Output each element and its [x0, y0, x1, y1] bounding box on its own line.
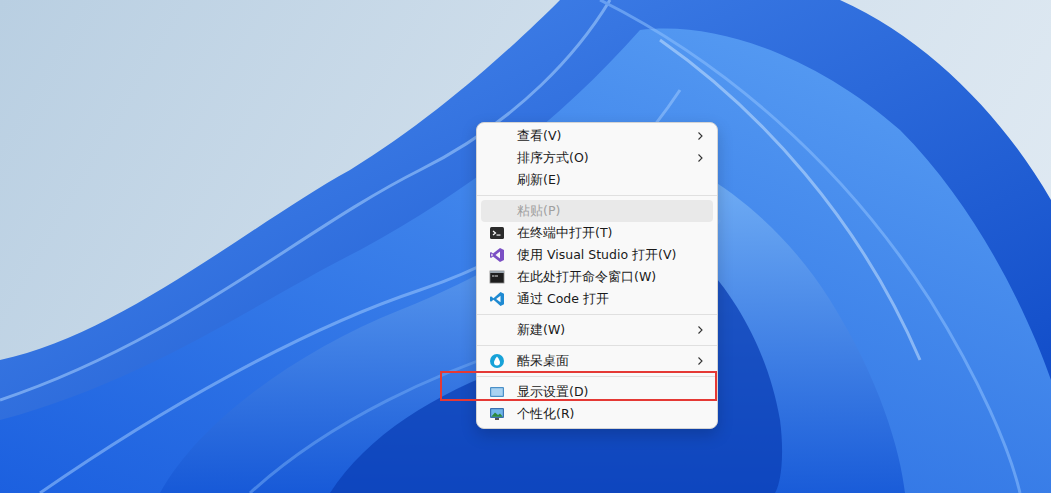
- menu-item[interactable]: 通过 Code 打开: [481, 288, 713, 310]
- highlight-box: [440, 371, 717, 401]
- desktop: 查看(V) 排序方式(O) 刷新(E) 粘贴(P) 在终端中打开(T) 使用 Visual…: [0, 0, 1051, 493]
- menu-item[interactable]: 粘贴(P): [481, 200, 713, 222]
- menu-item-label: 酷呆桌面: [517, 353, 695, 370]
- menu-item[interactable]: 刷新(E): [481, 169, 713, 191]
- menu-item[interactable]: 在终端中打开(T): [481, 222, 713, 244]
- menu-item-label: 个性化(R): [517, 406, 705, 423]
- vscode-icon: [489, 291, 505, 307]
- menu-item-label: 新建(W): [517, 322, 695, 339]
- display-settings-icon: [489, 384, 505, 400]
- menu-item[interactable]: 查看(V): [481, 125, 713, 147]
- kudai-desktop-icon: [489, 353, 505, 369]
- menu-item[interactable]: 显示设置(D): [481, 381, 713, 403]
- menu-separator: [481, 310, 713, 319]
- menu-item[interactable]: 在此处打开命令窗口(W): [481, 266, 713, 288]
- menu-item-label: 粘贴(P): [517, 203, 705, 220]
- visual-studio-icon: [489, 247, 505, 263]
- chevron-right-icon: [695, 325, 705, 335]
- chevron-right-icon: [695, 131, 705, 141]
- personalize-icon: [489, 406, 505, 422]
- menu-separator: [481, 191, 713, 200]
- menu-item-label: 在终端中打开(T): [517, 225, 705, 242]
- chevron-right-icon: [695, 356, 705, 366]
- menu-item[interactable]: 使用 Visual Studio 打开(V): [481, 244, 713, 266]
- menu-item-label: 刷新(E): [517, 172, 705, 189]
- menu-item[interactable]: 排序方式(O): [481, 147, 713, 169]
- chevron-right-icon: [695, 153, 705, 163]
- menu-item[interactable]: 新建(W): [481, 319, 713, 341]
- menu-item-label: 使用 Visual Studio 打开(V): [517, 247, 705, 264]
- wallpaper-petal: [0, 0, 1051, 493]
- menu-item[interactable]: 个性化(R): [481, 403, 713, 425]
- menu-item-label: 查看(V): [517, 128, 695, 145]
- menu-separator: [481, 372, 713, 381]
- wallpaper-petal: [160, 150, 905, 493]
- menu-item-label: 在此处打开命令窗口(W): [517, 269, 705, 286]
- menu-separator: [481, 341, 713, 350]
- context-menu: 查看(V) 排序方式(O) 刷新(E) 粘贴(P) 在终端中打开(T) 使用 Visual…: [476, 122, 718, 429]
- terminal-icon: [489, 225, 505, 241]
- menu-item[interactable]: 酷呆桌面: [481, 350, 713, 372]
- menu-item-label: 通过 Code 打开: [517, 291, 705, 308]
- menu-item-label: 排序方式(O): [517, 150, 695, 167]
- menu-item-label: 显示设置(D): [517, 384, 705, 401]
- command-prompt-icon: [489, 269, 505, 285]
